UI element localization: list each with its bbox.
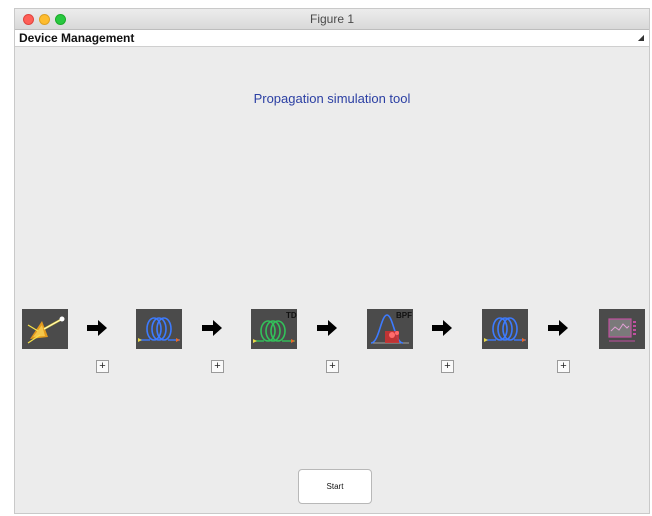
add-device-button[interactable]: + bbox=[96, 360, 109, 373]
fiber-coil-td-icon: TD bbox=[253, 311, 297, 343]
tab-bar: Device Management ◢ bbox=[15, 30, 649, 47]
td-badge: TD bbox=[286, 311, 297, 320]
start-button[interactable]: Start bbox=[298, 469, 372, 504]
figure-window: Figure 1 Device Management ◢ Propagation… bbox=[14, 8, 650, 514]
page-title: Propagation simulation tool bbox=[253, 91, 411, 106]
device-laser[interactable] bbox=[22, 309, 68, 349]
fiber-coil-icon bbox=[484, 317, 526, 342]
tab-menu-arrow-icon[interactable]: ◢ bbox=[638, 33, 644, 42]
arrow-right-icon bbox=[317, 320, 337, 336]
device-fiber-2[interactable] bbox=[482, 309, 528, 349]
title-bar: Figure 1 bbox=[15, 9, 649, 30]
tab-device-management[interactable]: Device Management bbox=[19, 31, 134, 45]
device-scope[interactable] bbox=[599, 309, 645, 349]
add-device-button[interactable]: + bbox=[441, 360, 454, 373]
add-device-button[interactable]: + bbox=[557, 360, 570, 373]
fiber-coil-icon bbox=[138, 317, 180, 342]
oscilloscope-icon bbox=[608, 318, 636, 342]
arrow-right-icon bbox=[87, 320, 107, 336]
arrow-right-icon bbox=[202, 320, 222, 336]
bandpass-filter-icon: BPF bbox=[370, 311, 412, 344]
bpf-badge: BPF bbox=[396, 311, 412, 320]
add-device-button[interactable]: + bbox=[326, 360, 339, 373]
arrow-right-icon bbox=[548, 320, 568, 336]
arrow-right-icon bbox=[432, 320, 452, 336]
laser-source-icon bbox=[27, 316, 65, 344]
device-bpf[interactable]: BPF bbox=[367, 309, 413, 349]
add-device-button[interactable]: + bbox=[211, 360, 224, 373]
window-title: Figure 1 bbox=[309, 12, 355, 26]
device-td-fiber[interactable]: TD bbox=[251, 309, 297, 349]
device-fiber[interactable] bbox=[136, 309, 182, 349]
